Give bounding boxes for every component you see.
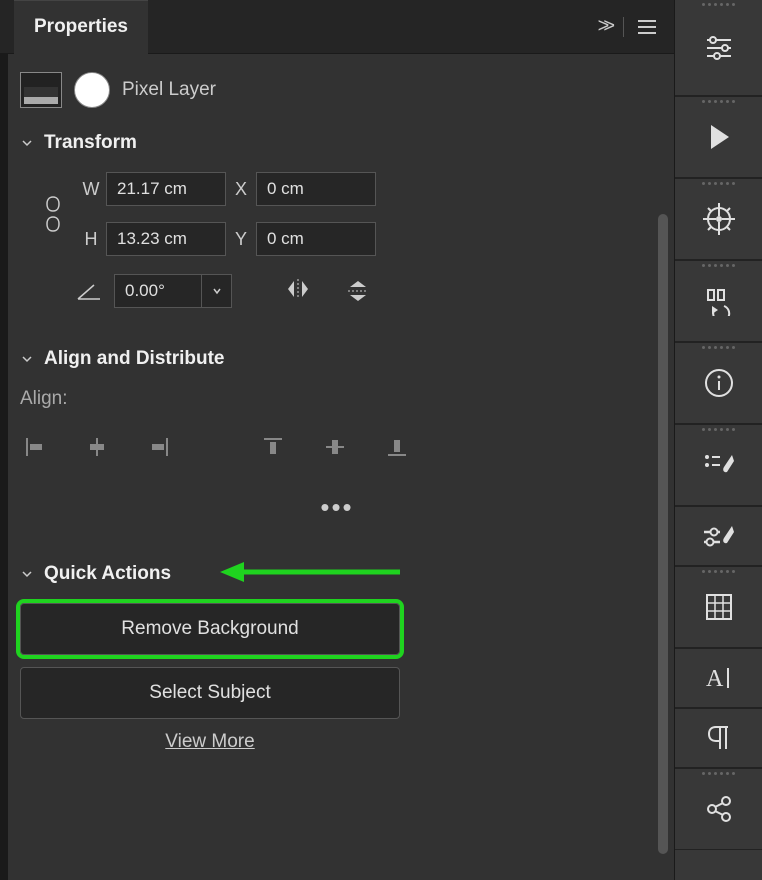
link-dimensions-icon[interactable] [30,195,76,233]
transform-header[interactable]: Transform [20,132,654,154]
x-label: X [226,179,256,200]
rotation-input[interactable]: 0.00° [114,274,202,308]
align-center-h-icon[interactable] [82,432,112,462]
angle-icon [76,281,102,301]
chevron-down-icon [20,567,34,581]
section-align: Align and Distribute Align: ••• [20,348,654,523]
flip-vertical-icon[interactable] [346,277,370,305]
chevron-down-icon [20,352,34,366]
w-label: W [76,179,106,200]
collapse-chevrons-icon[interactable]: >> [598,15,609,38]
brush-list-icon[interactable] [675,424,762,506]
share-icon[interactable] [675,768,762,850]
remove-background-button[interactable]: Remove Background [20,603,400,655]
align-heading-label: Align and Distribute [44,348,225,370]
brush-settings-icon[interactable] [675,506,762,566]
scrollbar[interactable] [658,214,668,854]
mask-thumbnail-icon[interactable] [74,72,110,108]
divider [623,17,624,37]
info-icon[interactable] [675,342,762,424]
quick-actions-header[interactable]: Quick Actions [20,563,654,585]
select-subject-button[interactable]: Select Subject [20,667,400,719]
history-icon[interactable] [675,260,762,342]
panel-menu-icon[interactable] [638,20,656,34]
rotation-dropdown[interactable] [202,274,232,308]
grid-icon[interactable] [675,566,762,648]
x-input[interactable]: 0 cm [256,172,376,206]
wheel-icon[interactable] [675,178,762,260]
flip-horizontal-icon[interactable] [284,277,312,305]
align-right-icon[interactable] [144,432,174,462]
h-label: H [76,229,106,250]
chevron-down-icon [20,136,34,150]
align-top-icon[interactable] [258,432,288,462]
layer-type-label: Pixel Layer [122,79,216,101]
align-bottom-icon[interactable] [382,432,412,462]
annotation-arrow [220,557,400,587]
type-icon[interactable]: A [675,648,762,708]
layer-thumbnail-icon[interactable] [20,72,62,108]
right-tool-strip: A [674,0,762,880]
align-label: Align: [20,388,654,410]
quick-actions-heading-label: Quick Actions [44,563,171,585]
height-input[interactable]: 13.23 cm [106,222,226,256]
svg-text:A: A [706,666,724,692]
panel-tab-bar: Properties >> [0,0,674,54]
width-input[interactable]: 21.17 cm [106,172,226,206]
view-more-link[interactable]: View More [20,731,400,753]
y-input[interactable]: 0 cm [256,222,376,256]
tab-properties[interactable]: Properties [14,0,148,54]
align-left-icon[interactable] [20,432,50,462]
section-quick-actions: Quick Actions Remove Background Select S… [20,563,654,753]
layer-info-row: Pixel Layer [20,72,654,108]
paragraph-icon[interactable] [675,708,762,768]
more-options-icon[interactable]: ••• [20,492,654,523]
tab-label: Properties [34,16,128,38]
section-transform: Transform W 21.17 cm X 0 cm H 13.23 cm Y… [20,132,654,308]
align-center-v-icon[interactable] [320,432,350,462]
align-header[interactable]: Align and Distribute [20,348,654,370]
play-icon[interactable] [675,96,762,178]
y-label: Y [226,229,256,250]
transform-heading-label: Transform [44,132,137,154]
adjustments-icon[interactable] [675,0,762,96]
rotation-input-group: 0.00° [114,274,232,308]
